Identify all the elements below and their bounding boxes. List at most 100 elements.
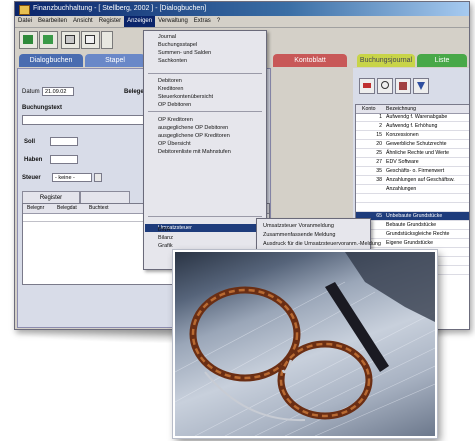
menu-item[interactable]: Journal [158, 34, 176, 40]
copy-entry-button[interactable] [39, 31, 58, 49]
menu-ansicht[interactable]: Ansicht [70, 16, 96, 27]
filter-icon[interactable] [413, 78, 429, 94]
more-button[interactable] [101, 31, 113, 49]
menu-datei[interactable]: Datei [15, 16, 35, 27]
plus-icon [23, 35, 33, 44]
account-name: Grundstücksgleiche Rechte [386, 231, 450, 237]
menu-separator [148, 216, 262, 217]
menu-bar: Datei Bearbeiten Ansicht Register Anzeigen Ve… [15, 16, 469, 28]
search-icon[interactable] [377, 78, 393, 94]
menu-separator [148, 73, 262, 74]
grid-col-belegnr: Belegnr [27, 205, 45, 211]
menu-verwaltung[interactable]: Verwaltung [155, 16, 191, 27]
account-name: EDV Software [386, 159, 419, 165]
submenu-item[interactable]: Zusammenfassende Meldung [263, 232, 335, 238]
menu-help[interactable]: ? [214, 16, 223, 27]
account-number: 1 [379, 114, 382, 120]
list-item[interactable]: 65 Unbebaute Grundstücke [356, 212, 469, 221]
list-item[interactable]: 35 Geschäfts- o. Firmenwert [356, 167, 469, 176]
menu-item[interactable]: Sachkonten [158, 58, 187, 64]
list-item[interactable]: 2 Aufwendg f. Erhöhung [356, 122, 469, 131]
title-bar: Finanzbuchhaltung - [ Stellberg, 2002 ] … [15, 2, 469, 16]
menu-item[interactable]: Debitoren [158, 78, 182, 84]
list-item[interactable]: Grundstücksgleiche Rechte [356, 230, 469, 239]
haben-label: Haben [24, 157, 43, 163]
menu-item[interactable]: Buchungsstapel [158, 42, 197, 48]
menu-separator [148, 111, 262, 112]
account-name: Konzessionen [386, 132, 419, 138]
account-number: 27 [376, 159, 382, 165]
list-item[interactable]: 38 Anzahlungen auf Geschäftsw. [356, 176, 469, 185]
account-number: 2 [379, 123, 382, 129]
glasses-illustration [175, 252, 435, 436]
disk-icon [65, 35, 75, 44]
account-name: Anzahlungen auf Geschäftsw. [386, 177, 455, 183]
menu-item[interactable]: Bilanz [158, 235, 173, 241]
tab-buchungsjournal[interactable]: Buchungsjournal [357, 54, 415, 67]
list-item[interactable]: 15 Konzessionen [356, 131, 469, 140]
table-icon[interactable] [395, 78, 411, 94]
scissors-icon[interactable] [359, 78, 375, 94]
account-name: Unbebaute Grundstücke [386, 213, 443, 219]
tab-stapel[interactable]: Stapel [85, 54, 145, 67]
menu-item[interactable]: OP Kreditoren [158, 117, 193, 123]
umsatzsteuer-submenu: Umsatzsteuer Voranmeldung Zusammenfassen… [256, 218, 381, 254]
list-item[interactable]: 25 Ähnliche Rechte und Werte [356, 149, 469, 158]
soll-field[interactable] [50, 137, 78, 146]
account-number: 35 [376, 168, 382, 174]
grid-col-belegdat: Belegdat [57, 205, 77, 211]
copy-icon [43, 35, 53, 44]
list-item[interactable]: Bebaute Grundstücke [356, 221, 469, 230]
menu-item[interactable]: OP Übersicht [158, 141, 191, 147]
printer-icon [85, 35, 95, 44]
list-item[interactable]: 1 Aufwendg f. Warenabgabe [356, 113, 469, 122]
steuer-label: Steuer [22, 175, 41, 181]
menu-item[interactable]: Grafik [158, 243, 173, 249]
anzeigen-dropdown: Journal Buchungsstapel Summen- und Salden S… [143, 30, 267, 270]
menu-bearbeiten[interactable]: Bearbeiten [35, 16, 70, 27]
submenu-item[interactable]: Ausdruck für die Umsatzsteuervoranm.-Mel… [263, 241, 381, 247]
haben-field[interactable] [50, 155, 78, 164]
account-name: Aufwendg f. Warenabgabe [386, 114, 448, 120]
buchungstext-field[interactable] [22, 115, 158, 125]
steuer-select[interactable]: - keine - [52, 173, 92, 182]
menu-item[interactable]: Steuerkontenübersicht [158, 94, 213, 100]
list-item[interactable] [356, 203, 469, 212]
window-title: Finanzbuchhaltung - [ Stellberg, 2002 ] … [33, 5, 207, 12]
menu-item[interactable]: Summen- und Salden [158, 50, 211, 56]
menu-item[interactable]: Kreditoren [158, 86, 183, 92]
new-entry-button[interactable] [19, 31, 38, 49]
list-item[interactable] [356, 194, 469, 203]
menu-anzeigen[interactable]: Anzeigen [124, 16, 156, 27]
menu-item[interactable]: ausgeglichene OP Debitoren [158, 125, 228, 131]
menu-item[interactable]: Debitorenliste mit Mahnstufen [158, 149, 231, 155]
buchungstext-label: Buchungstext [22, 105, 63, 111]
account-name: Eigene Grundstücke [386, 240, 434, 246]
menu-item[interactable]: OP Debitoren [158, 102, 191, 108]
app-icon [19, 5, 30, 15]
account-number: 20 [376, 141, 382, 147]
menu-item[interactable]: BWA [158, 227, 170, 233]
print-button[interactable] [81, 31, 100, 49]
tab-kontoblatt[interactable]: Kontoblatt [273, 54, 347, 67]
chevron-down-icon[interactable] [94, 173, 102, 182]
col-konto: Konto [362, 106, 376, 112]
account-name: Ähnliche Rechte und Werte [386, 150, 450, 156]
grid-col-buchtext: Buchtext [89, 205, 109, 211]
menu-register[interactable]: Register [96, 16, 124, 27]
account-number: 25 [376, 150, 382, 156]
menu-extras[interactable]: Extras [191, 16, 214, 27]
soll-label: Soll [24, 139, 36, 145]
tab-dialogbuchen[interactable]: Dialogbuchen [19, 54, 83, 67]
datum-label: Datum [22, 89, 40, 95]
save-button[interactable] [61, 31, 80, 49]
account-name: Anzahlungen [386, 186, 417, 192]
datum-field[interactable]: 21.09.02 [42, 87, 74, 96]
list-item[interactable]: 20 Gewerbliche Schutzrechte [356, 140, 469, 149]
list-item[interactable]: Anzahlungen [356, 185, 469, 194]
submenu-item[interactable]: Umsatzsteuer Voranmeldung [263, 223, 334, 229]
account-number: 38 [376, 177, 382, 183]
tab-liste[interactable]: Liste [417, 54, 467, 67]
list-item[interactable]: 27 EDV Software [356, 158, 469, 167]
menu-item[interactable]: ausgeglichene OP Kreditoren [158, 133, 230, 139]
